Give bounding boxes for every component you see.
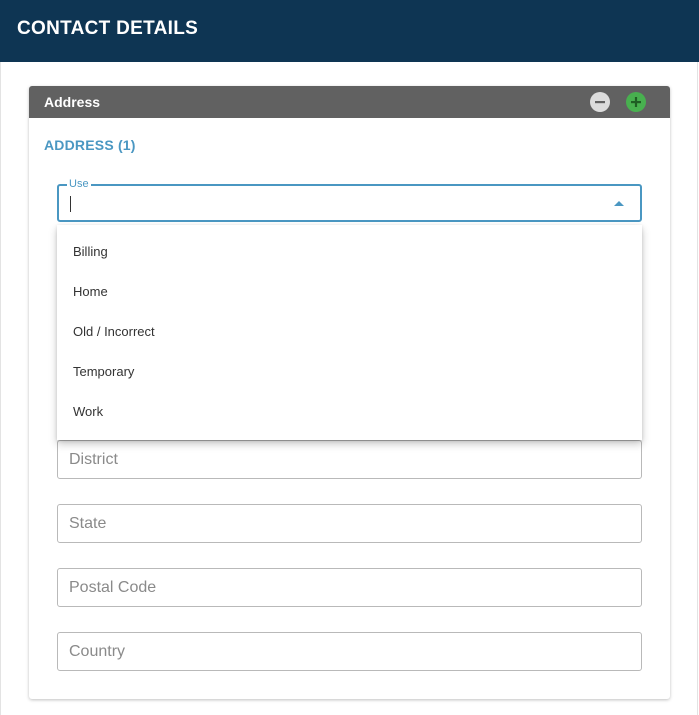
triangle-up-icon[interactable]	[614, 201, 624, 206]
plus-circle-icon	[631, 97, 641, 107]
address-card: Address ADDRESS (1) Use Billing Home Old…	[29, 86, 670, 699]
country-field[interactable]: Country	[57, 632, 642, 671]
use-option-work[interactable]: Work	[57, 392, 642, 432]
use-dropdown-menu: Billing Home Old / Incorrect Temporary W…	[57, 225, 642, 440]
address-card-header: Address	[29, 86, 670, 118]
text-cursor	[70, 196, 71, 212]
remove-address-button[interactable]	[590, 92, 610, 112]
minus-circle-icon	[595, 101, 605, 104]
postal-code-field[interactable]: Postal Code	[57, 568, 642, 607]
page-header: CONTACT DETAILS	[0, 0, 699, 62]
use-option-old-incorrect[interactable]: Old / Incorrect	[57, 312, 642, 352]
address-section-title: ADDRESS (1)	[44, 137, 136, 153]
district-field[interactable]: District	[57, 440, 642, 479]
use-select[interactable]: Use	[57, 177, 642, 222]
use-select-label: Use	[67, 177, 91, 191]
state-placeholder: State	[69, 515, 107, 532]
page-title: CONTACT DETAILS	[17, 18, 199, 39]
country-placeholder: Country	[69, 643, 126, 660]
postal-code-placeholder: Postal Code	[69, 579, 157, 596]
district-placeholder: District	[69, 451, 118, 468]
use-option-home[interactable]: Home	[57, 272, 642, 312]
add-address-button[interactable]	[626, 92, 646, 112]
use-option-temporary[interactable]: Temporary	[57, 352, 642, 392]
address-card-title: Address	[44, 94, 101, 110]
use-option-billing[interactable]: Billing	[57, 232, 642, 272]
state-field[interactable]: State	[57, 504, 642, 543]
